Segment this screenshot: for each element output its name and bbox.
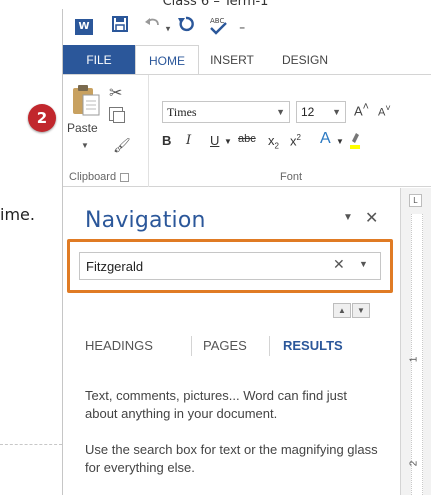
font-size-select[interactable]: 12 ▼ xyxy=(296,101,346,123)
clipboard-group: Paste ▼ ✂ 🖌 Clipboard xyxy=(63,75,149,187)
grow-font-button[interactable]: A˄ xyxy=(354,101,369,118)
search-options-caret-icon[interactable]: ▼ xyxy=(359,259,368,269)
pane-options-caret-icon[interactable]: ▼ xyxy=(343,212,353,223)
spelling-icon[interactable]: ABC xyxy=(207,15,229,43)
result-navigation: ▲ ▼ xyxy=(333,300,371,318)
tab-headings[interactable]: HEADINGS xyxy=(85,332,153,360)
paste-icon[interactable] xyxy=(71,83,101,117)
quick-access-toolbar: W ▾ ABC ₌ xyxy=(63,9,431,45)
customize-qat-caret-icon[interactable]: ₌ xyxy=(239,15,245,37)
tab-separator xyxy=(269,336,270,356)
navigation-title: Navigation xyxy=(85,208,206,233)
word-window: W ▾ ABC ₌ FILE HOME INSERT DESIGN Paste … xyxy=(62,9,431,495)
next-result-icon[interactable]: ▼ xyxy=(352,303,370,318)
results-message: Text, comments, pictures... Word can fin… xyxy=(85,387,379,495)
document-text-fragment: ime. xyxy=(0,205,35,224)
grow-font-label: A xyxy=(354,103,363,119)
shrink-font-button[interactable]: A˅ xyxy=(378,103,391,119)
clipboard-launcher-icon[interactable] xyxy=(120,172,130,182)
tab-pages[interactable]: PAGES xyxy=(203,332,247,360)
bold-button[interactable]: B xyxy=(162,133,171,148)
paste-caret-icon[interactable]: ▼ xyxy=(81,141,89,150)
strikethrough-button[interactable]: abc xyxy=(238,133,256,145)
redo-icon[interactable] xyxy=(177,15,195,39)
copy-icon[interactable] xyxy=(109,107,125,123)
navigation-tabs: HEADINGS PAGES RESULTS xyxy=(85,332,395,360)
close-icon[interactable]: ✕ xyxy=(365,208,378,228)
svg-text:ABC: ABC xyxy=(210,17,224,25)
tab-separator xyxy=(191,336,192,356)
navigation-pane: Navigation ▼ ✕ ✕ ▼ ▲▼ HEADINGS PAGES RES… xyxy=(63,188,399,495)
ruler-strip: 1 2 xyxy=(408,214,423,495)
chevron-down-icon[interactable]: ▼ xyxy=(332,102,341,122)
ribbon-home-panel: Paste ▼ ✂ 🖌 Clipboard Times ▼ 12 ▼ A˄ A˅… xyxy=(63,74,431,187)
results-message-line: Text, comments, pictures... Word can fin… xyxy=(85,388,348,421)
tab-file[interactable]: FILE xyxy=(63,45,135,75)
font-group: Times ▼ 12 ▼ A˄ A˅ B I U ▼ abc x2 x2 A ▼… xyxy=(150,75,431,187)
font-size-value: 12 xyxy=(301,105,315,119)
undo-caret-icon[interactable]: ▾ xyxy=(166,24,171,34)
underline-caret-icon[interactable]: ▼ xyxy=(224,137,232,146)
save-icon[interactable] xyxy=(111,15,129,39)
paste-button-label[interactable]: Paste xyxy=(67,121,98,135)
previous-result-icon[interactable]: ▲ xyxy=(333,303,351,318)
cut-icon[interactable]: ✂ xyxy=(109,83,122,103)
results-message-line: Use the search box for text or the magni… xyxy=(85,442,378,475)
tab-results[interactable]: RESULTS xyxy=(283,332,343,360)
subscript-button[interactable]: x2 xyxy=(268,133,279,151)
underline-button[interactable]: U xyxy=(210,133,219,148)
tab-selector-icon[interactable]: L xyxy=(409,194,422,207)
text-effects-button[interactable]: A xyxy=(320,130,331,148)
font-name-select[interactable]: Times ▼ xyxy=(162,101,290,123)
clear-search-icon[interactable]: ✕ xyxy=(333,256,345,273)
clipboard-group-label: Clipboard xyxy=(69,171,130,183)
document-ruler-fragment xyxy=(0,444,62,452)
page-header-title: Class 6 – Term-1 xyxy=(162,0,269,9)
superscript-button[interactable]: x2 xyxy=(290,133,301,148)
font-name-value: Times xyxy=(167,105,197,119)
highlight-color-icon[interactable] xyxy=(350,131,360,152)
background-document: 2 ime. xyxy=(0,0,62,495)
word-app-icon[interactable]: W xyxy=(75,19,93,35)
font-group-label: Font xyxy=(279,171,302,183)
ruler-number: 1 xyxy=(408,356,420,363)
format-painter-icon[interactable]: 🖌 xyxy=(113,137,131,154)
tab-insert[interactable]: INSERT xyxy=(199,45,265,75)
ribbon-tabs: FILE HOME INSERT DESIGN xyxy=(63,45,431,75)
ruler-number: 2 xyxy=(408,460,420,467)
italic-button[interactable]: I xyxy=(186,133,191,148)
clipboard-label-text: Clipboard xyxy=(69,171,117,183)
step-number-badge: 2 xyxy=(28,104,56,132)
undo-icon[interactable]: ▾ xyxy=(143,15,170,40)
chevron-down-icon[interactable]: ▼ xyxy=(276,102,285,122)
text-effects-caret-icon[interactable]: ▼ xyxy=(336,137,344,146)
tab-design[interactable]: DESIGN xyxy=(265,45,345,75)
vertical-ruler: L 1 2 xyxy=(400,188,431,495)
tab-home[interactable]: HOME xyxy=(135,45,199,75)
